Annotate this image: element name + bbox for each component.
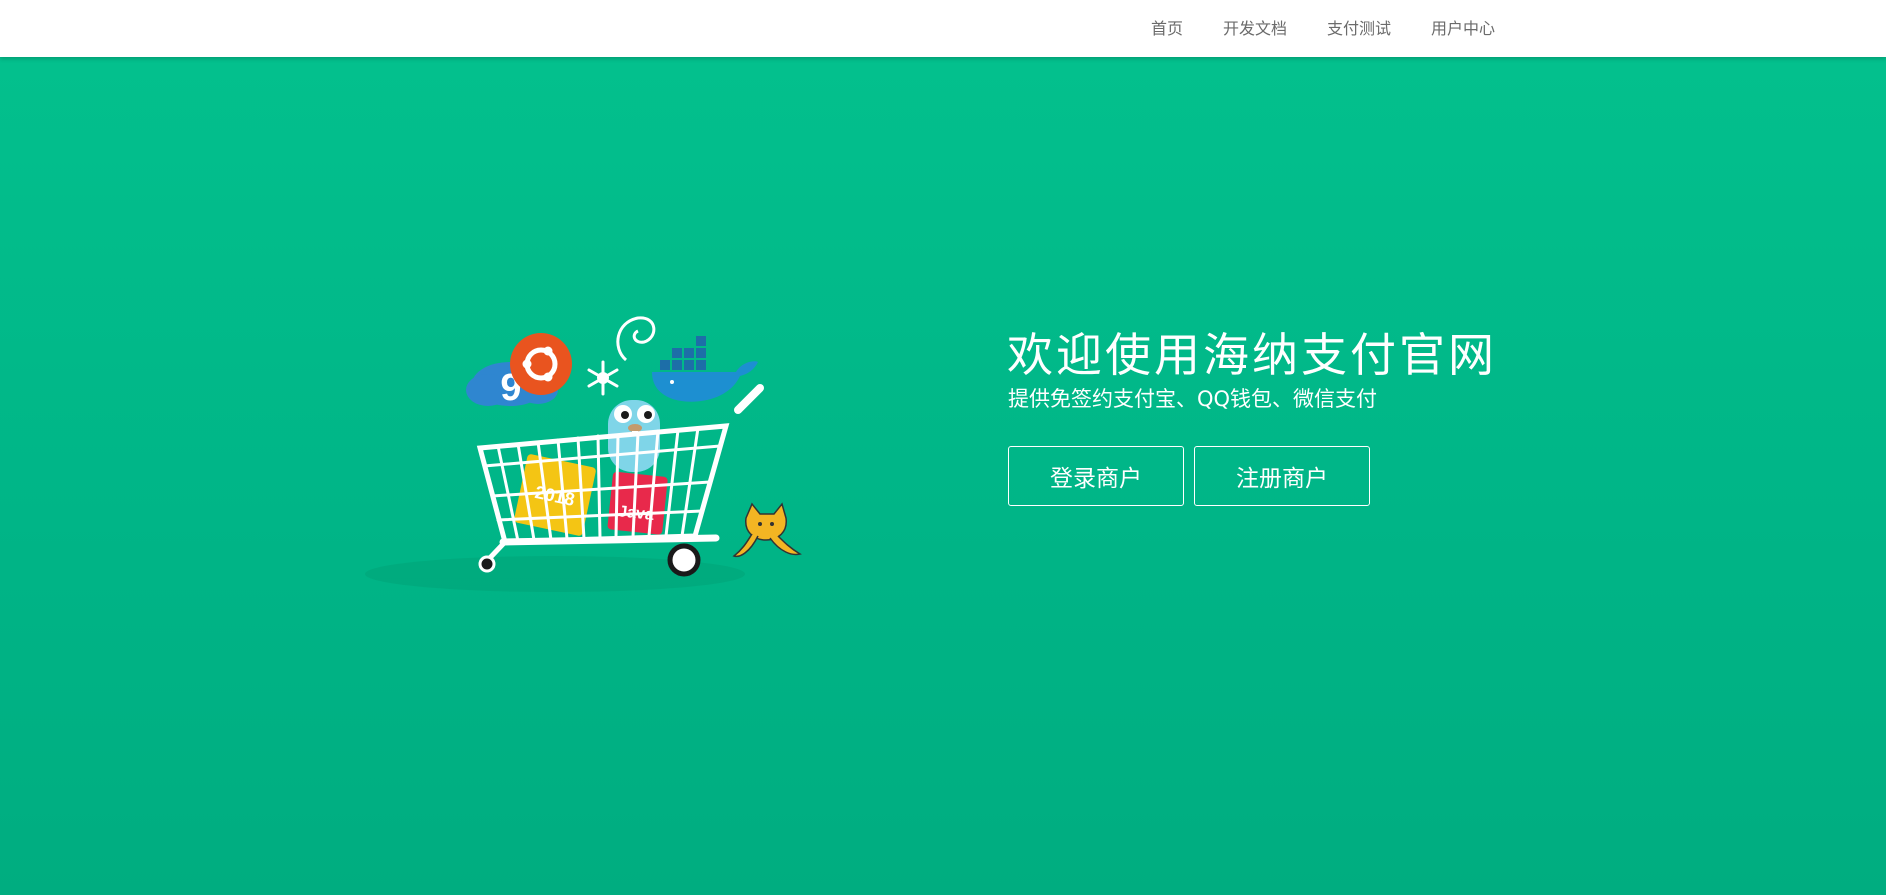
nav-menu: 首页 开发文档 支付测试 用户中心 xyxy=(1151,0,1495,53)
hero-subtitle: 提供免签约支付宝、QQ钱包、微信支付 xyxy=(1008,387,1378,411)
nav-item-pay-test: 支付测试 xyxy=(1327,15,1391,39)
snowflake-icon xyxy=(587,360,619,396)
nav-item-docs: 开发文档 xyxy=(1223,15,1287,39)
cart-wheel-small xyxy=(478,555,496,573)
nav-item-home: 首页 xyxy=(1151,15,1183,39)
nav-item-user-center: 用户中心 xyxy=(1431,15,1495,39)
register-merchant-button[interactable]: 注册商户 xyxy=(1194,446,1370,506)
docker-whale-icon xyxy=(652,336,758,402)
nav-link-home[interactable]: 首页 xyxy=(1151,19,1183,38)
ubuntu-icon xyxy=(510,333,572,395)
nav-link-docs[interactable]: 开发文档 xyxy=(1223,19,1287,38)
nav-link-pay-test[interactable]: 支付测试 xyxy=(1327,19,1391,38)
nav-link-user-center[interactable]: 用户中心 xyxy=(1431,19,1495,38)
hero-illustration: 9 2018 Java xyxy=(365,316,802,592)
hero-title: 欢迎使用海纳支付官网 xyxy=(1007,328,1497,382)
top-navbar: 首页 开发文档 支付测试 用户中心 xyxy=(0,0,1886,57)
debian-swirl-icon xyxy=(616,316,656,362)
cart-wheel-large xyxy=(667,543,701,577)
hero-banner: 9 2018 Java 欢迎使用海纳支付官网 提供免签约支付宝、QQ钱包、微信支… xyxy=(0,57,1886,895)
login-merchant-button[interactable]: 登录商户 xyxy=(1008,446,1184,506)
tomcat-cat-icon xyxy=(732,502,802,558)
